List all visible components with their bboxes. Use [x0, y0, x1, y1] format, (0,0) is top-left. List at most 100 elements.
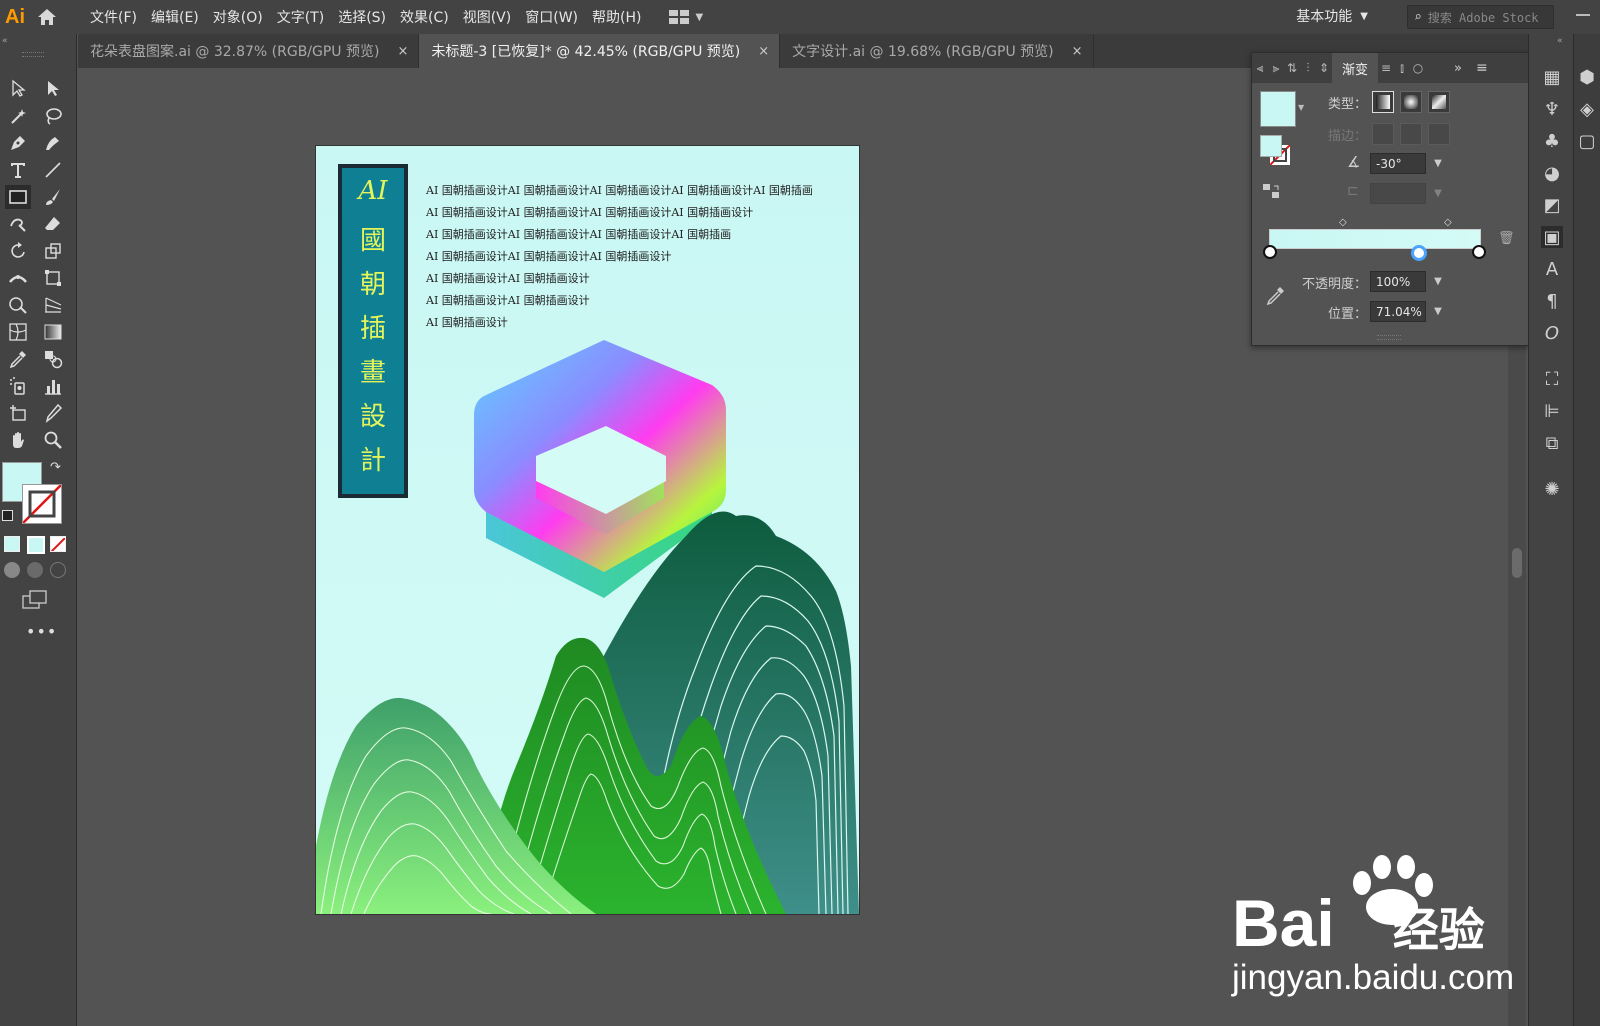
eraser-tool-icon[interactable] [40, 212, 66, 236]
gradient-tool-icon[interactable] [40, 320, 66, 344]
expand-panel-icon[interactable]: » [1454, 61, 1462, 76]
draw-normal-icon[interactable] [4, 562, 20, 578]
minimize-icon[interactable] [1576, 14, 1590, 16]
line-tool-icon[interactable] [40, 158, 66, 182]
tab-flower-dial[interactable]: 花朵表盘图案.ai @ 32.87% (RGB/GPU 预览) × [78, 34, 420, 68]
collapse-icon[interactable]: « [1557, 36, 1563, 46]
color-stop-selected[interactable] [1411, 245, 1427, 261]
gradient-ramp[interactable] [1269, 229, 1481, 249]
linear-gradient-button[interactable] [1372, 91, 1394, 113]
tab-gradient[interactable]: 渐变 [1332, 53, 1379, 83]
gradient-mode-button[interactable] [27, 536, 45, 554]
menu-window[interactable]: 窗口(W) [525, 7, 578, 27]
close-icon[interactable]: × [758, 44, 769, 59]
trash-icon[interactable]: 🗑 [1498, 231, 1515, 246]
paragraph-icon[interactable]: ⇕ [1316, 61, 1332, 75]
libraries-icon[interactable]: ▦ [1541, 66, 1563, 88]
symbol-sprayer-tool-icon[interactable] [5, 374, 31, 398]
transparency-icon[interactable]: ⫾ [1394, 61, 1410, 76]
menu-view[interactable]: 视图(V) [463, 7, 512, 27]
layers-icon[interactable]: ◈ [1576, 98, 1598, 120]
location-input[interactable]: 71.04% [1370, 301, 1426, 322]
rectangle-tool-icon[interactable] [5, 185, 31, 209]
menu-help[interactable]: 帮助(H) [592, 7, 641, 27]
gradient-fill-preview[interactable] [1260, 91, 1296, 127]
hand-tool-icon[interactable] [5, 428, 31, 452]
menu-object[interactable]: 对象(O) [213, 7, 263, 27]
type-tool-icon[interactable] [5, 158, 31, 182]
opacity-input[interactable]: 100% [1370, 271, 1426, 292]
radial-gradient-button[interactable] [1400, 91, 1422, 113]
stroke-icon[interactable]: ≡ [1378, 61, 1394, 75]
pathfinder-icon[interactable]: ⧉ [1541, 432, 1563, 454]
gradient-panel-icon[interactable]: ▣ [1541, 226, 1563, 248]
angle-input[interactable]: -30° [1370, 153, 1426, 174]
appearance-icon[interactable]: ✺ [1541, 478, 1563, 500]
slice-tool-icon[interactable] [40, 401, 66, 425]
menu-type[interactable]: 文字(T) [277, 7, 324, 27]
pen-tool-icon[interactable] [5, 131, 31, 155]
default-fill-stroke-icon[interactable] [2, 510, 13, 521]
character-icon[interactable]: ⫶ [1300, 61, 1316, 76]
paintbrush-tool-icon[interactable] [40, 185, 66, 209]
magic-wand-tool-icon[interactable] [5, 104, 31, 128]
chevron-down-icon[interactable]: ▼ [1428, 271, 1448, 292]
body-text-block[interactable]: AI 国朝插画设计AI 国朝插画设计AI 国朝插画设计AI 国朝插画设计AI 国… [426, 180, 813, 334]
panel-resize-grip[interactable] [1377, 335, 1401, 340]
close-icon[interactable]: × [1072, 44, 1083, 59]
character-icon[interactable]: A [1541, 258, 1563, 280]
align-icon[interactable]: ⫷ [1252, 61, 1268, 76]
color-stop-end[interactable] [1472, 245, 1486, 259]
arrange-documents-button[interactable]: ▼ [669, 10, 703, 24]
gradient-stroke-preview[interactable] [1260, 135, 1290, 165]
midpoint-diamond-icon[interactable]: ◇ [1444, 217, 1452, 228]
chevron-down-icon[interactable]: ▼ [1428, 183, 1448, 204]
opentype-icon[interactable]: O [1541, 322, 1563, 344]
perspective-grid-tool-icon[interactable] [40, 293, 66, 317]
stroke-within-button[interactable] [1372, 123, 1394, 145]
tab-text-design[interactable]: 文字设计.ai @ 19.68% (RGB/GPU 预览) × [780, 34, 1094, 68]
color-stop-start[interactable] [1263, 245, 1277, 259]
symbols-icon[interactable]: ♣ [1541, 130, 1563, 152]
swap-fill-stroke-icon[interactable]: ↷ [50, 460, 61, 475]
lasso-tool-icon[interactable] [40, 104, 66, 128]
curvature-tool-icon[interactable] [40, 131, 66, 155]
workspace-switcher[interactable]: 基本功能 ▼ [1296, 6, 1368, 26]
color-mode-button[interactable] [4, 536, 20, 552]
panel-grip[interactable] [22, 52, 44, 57]
draw-behind-icon[interactable] [27, 562, 43, 578]
transform-icon[interactable]: ⛶ [1541, 368, 1563, 390]
tab-untitled-3[interactable]: 未标题-3 [已恢复]* @ 42.45% (RGB/GPU 预览) × [419, 34, 781, 68]
eyedropper-icon[interactable] [1264, 285, 1286, 307]
close-icon[interactable]: × [397, 44, 408, 59]
selection-tool-icon[interactable] [5, 76, 31, 100]
swatches-icon[interactable]: ◩ [1541, 194, 1563, 216]
free-transform-tool-icon[interactable] [40, 266, 66, 290]
appearance-icon[interactable]: ○ [1410, 61, 1426, 75]
screen-mode-icon[interactable] [22, 590, 48, 610]
stock-search-input[interactable]: ⌕ 搜索 Adobe Stock [1407, 5, 1554, 29]
pathfinder-icon[interactable]: ⫸ [1268, 61, 1284, 76]
mesh-tool-icon[interactable] [5, 320, 31, 344]
artboard[interactable]: AI 國 朝 插 畫 設 計 AI 国朝插画设计AI 国朝插画设计AI 国朝插画… [316, 146, 859, 914]
chevron-down-icon[interactable]: ▼ [1428, 153, 1448, 174]
properties-icon[interactable]: ⬢ [1576, 66, 1598, 88]
panel-menu-icon[interactable]: ≡ [1476, 60, 1488, 76]
menu-effect[interactable]: 效果(C) [400, 7, 449, 27]
width-tool-icon[interactable] [5, 266, 31, 290]
column-graph-tool-icon[interactable] [40, 374, 66, 398]
menu-edit[interactable]: 编辑(E) [151, 7, 199, 27]
collapse-icon[interactable]: « [2, 36, 8, 46]
transform-icon[interactable]: ⇅ [1284, 61, 1300, 75]
stroke-across-button[interactable] [1428, 123, 1450, 145]
aspect-ratio-input[interactable] [1370, 183, 1426, 204]
rotate-tool-icon[interactable] [5, 239, 31, 263]
graphic-styles-icon[interactable]: ◕ [1541, 162, 1563, 184]
artboards-icon[interactable]: ▢ [1576, 130, 1598, 152]
none-mode-button[interactable] [50, 536, 66, 552]
midpoint-diamond-icon[interactable]: ◇ [1339, 217, 1347, 228]
direct-selection-tool-icon[interactable] [40, 76, 66, 100]
chevron-down-icon[interactable]: ▼ [1428, 301, 1448, 322]
stroke-along-button[interactable] [1400, 123, 1422, 145]
scale-tool-icon[interactable] [40, 239, 66, 263]
